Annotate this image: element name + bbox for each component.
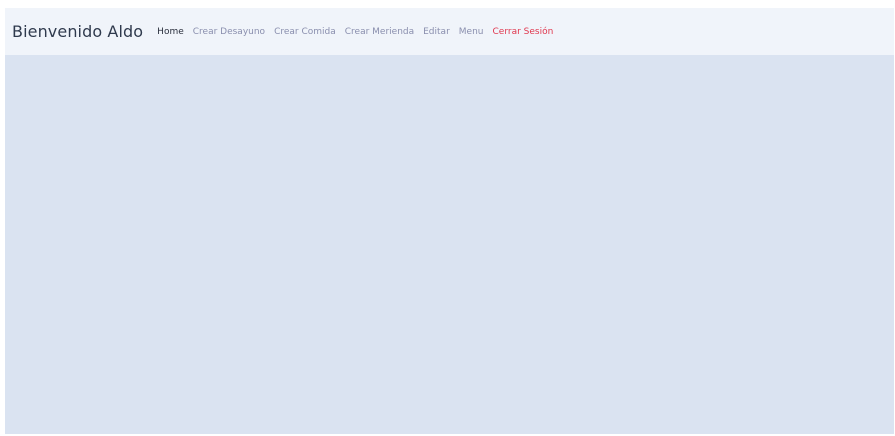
nav-link-crear-comida[interactable]: Crear Comida <box>274 27 336 37</box>
nav-link-editar[interactable]: Editar <box>423 27 450 37</box>
nav-link-home[interactable]: Home <box>157 27 184 37</box>
page: Bienvenido Aldo Home Crear Desayuno Crea… <box>5 8 894 434</box>
main-content-area <box>5 55 894 434</box>
brand-welcome: Bienvenido Aldo <box>12 22 144 41</box>
nav-link-menu[interactable]: Menu <box>459 27 484 37</box>
nav-link-crear-merienda[interactable]: Crear Merienda <box>345 27 414 37</box>
nav-link-cerrar-sesion[interactable]: Cerrar Sesión <box>493 27 554 37</box>
nav-links: Home Crear Desayuno Crear Comida Crear M… <box>157 27 553 37</box>
nav-link-crear-desayuno[interactable]: Crear Desayuno <box>193 27 265 37</box>
navbar: Bienvenido Aldo Home Crear Desayuno Crea… <box>5 8 894 55</box>
